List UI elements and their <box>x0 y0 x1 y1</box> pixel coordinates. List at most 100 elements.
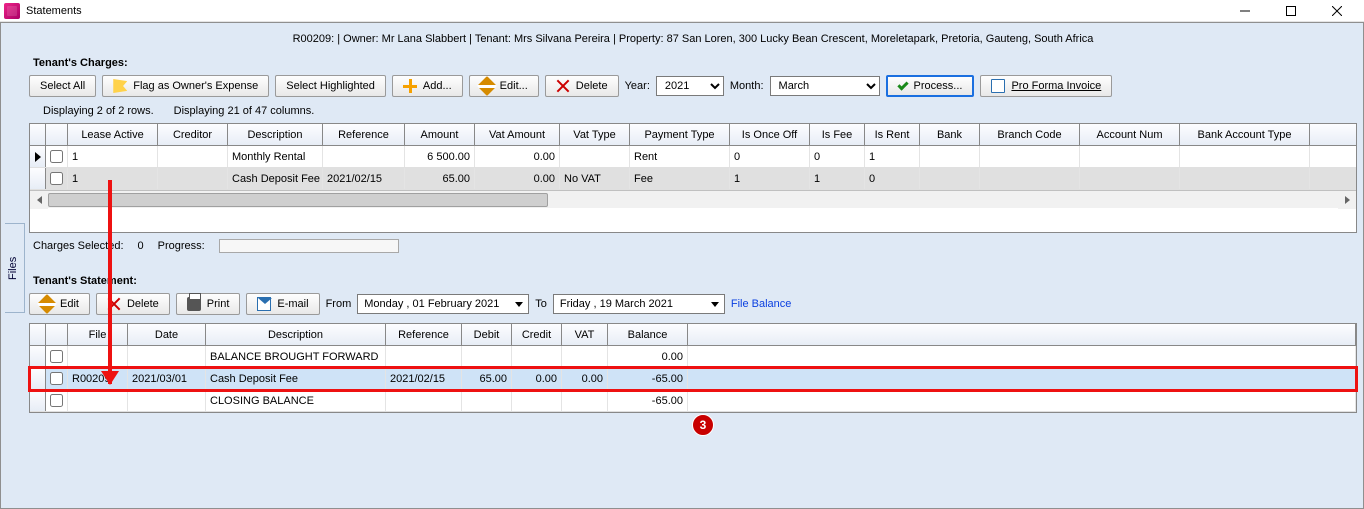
edit-charge-label: Edit... <box>500 80 528 92</box>
row-checkbox[interactable] <box>50 150 63 163</box>
maximize-button[interactable] <box>1268 0 1314 22</box>
to-date-picker[interactable]: Friday , 19 March 2021 <box>553 294 725 314</box>
statement-edit-button[interactable]: Edit <box>29 293 90 315</box>
scroll-left-icon[interactable] <box>30 191 48 209</box>
scroll-thumb[interactable] <box>48 193 548 207</box>
statement-print-button[interactable]: Print <box>176 293 241 315</box>
from-date-picker[interactable]: Monday , 01 February 2021 <box>357 294 529 314</box>
edit-charge-button[interactable]: Edit... <box>469 75 539 97</box>
plus-icon <box>403 79 417 93</box>
flag-owner-button[interactable]: Flag as Owner's Expense <box>102 75 269 97</box>
table-row[interactable]: R002092021/03/01Cash Deposit Fee2021/02/… <box>30 368 1356 390</box>
statement-email-label: E-mail <box>277 298 308 310</box>
pencil-icon <box>477 76 497 96</box>
close-button[interactable] <box>1314 0 1360 22</box>
add-button[interactable]: Add... <box>392 75 463 97</box>
charges-scrollbar[interactable] <box>30 190 1356 208</box>
mail-icon <box>257 297 271 311</box>
proforma-label: Pro Forma Invoice <box>1011 80 1101 92</box>
table-row[interactable]: 1Cash Deposit Fee2021/02/1565.000.00No V… <box>30 168 1356 190</box>
select-highlighted-label: Select Highlighted <box>286 80 375 92</box>
from-date-value: Monday , 01 February 2021 <box>364 298 499 310</box>
minimize-button[interactable] <box>1222 0 1268 22</box>
statement-delete-label: Delete <box>127 298 159 310</box>
row-checkbox[interactable] <box>50 394 63 407</box>
select-highlighted-button[interactable]: Select Highlighted <box>275 75 386 97</box>
month-select[interactable]: March <box>770 76 880 96</box>
scroll-right-icon[interactable] <box>1338 191 1356 209</box>
col-vat-type[interactable]: Vat Type <box>560 124 630 145</box>
col-branch-code[interactable]: Branch Code <box>980 124 1080 145</box>
statement-grid-header: File Date Description Reference Debit Cr… <box>30 324 1356 346</box>
col-is-once-off[interactable]: Is Once Off <box>730 124 810 145</box>
col-lease-active[interactable]: Lease Active <box>68 124 158 145</box>
charges-grid[interactable]: Lease Active Creditor Description Refere… <box>29 123 1357 233</box>
file-balance-link[interactable]: File Balance <box>731 298 792 310</box>
document-icon <box>991 79 1005 93</box>
col-vat-amount[interactable]: Vat Amount <box>475 124 560 145</box>
titlebar: Statements <box>0 0 1364 22</box>
charges-toolbar: Select All Flag as Owner's Expense Selec… <box>29 75 1357 97</box>
charges-section-label: Tenant's Charges: <box>33 57 1357 69</box>
statement-grid[interactable]: File Date Description Reference Debit Cr… <box>29 323 1357 413</box>
scol-file[interactable]: File <box>68 324 128 345</box>
scol-credit[interactable]: Credit <box>512 324 562 345</box>
scol-balance[interactable]: Balance <box>608 324 688 345</box>
window-title: Statements <box>26 5 82 17</box>
statement-grid-body: BALANCE BROUGHT FORWARD0.00R002092021/03… <box>30 346 1356 412</box>
year-select[interactable]: 2021 <box>656 76 724 96</box>
delete-icon <box>556 79 570 93</box>
add-label: Add... <box>423 80 452 92</box>
col-payment-type[interactable]: Payment Type <box>630 124 730 145</box>
statement-section-label: Tenant's Statement: <box>33 275 1357 287</box>
progress-label: Progress: <box>158 240 205 252</box>
files-side-tab[interactable]: Files <box>5 223 25 313</box>
row-checkbox[interactable] <box>50 350 63 363</box>
col-description[interactable]: Description <box>228 124 323 145</box>
flag-owner-label: Flag as Owner's Expense <box>133 80 258 92</box>
col-is-fee[interactable]: Is Fee <box>810 124 865 145</box>
statement-toolbar: Edit Delete Print E-mail From Monday , 0… <box>29 293 1357 315</box>
select-all-button[interactable]: Select All <box>29 75 96 97</box>
statement-email-button[interactable]: E-mail <box>246 293 319 315</box>
annotation-arrow <box>108 180 112 384</box>
table-row[interactable]: 1Monthly Rental6 500.000.00Rent001 <box>30 146 1356 168</box>
delete-charge-label: Delete <box>576 80 608 92</box>
meta-cols: Displaying 21 of 47 columns. <box>174 105 315 117</box>
col-bank-account-type[interactable]: Bank Account Type <box>1180 124 1310 145</box>
year-label: Year: <box>625 80 650 92</box>
meta-rows: Displaying 2 of 2 rows. <box>43 105 154 117</box>
col-bank[interactable]: Bank <box>920 124 980 145</box>
scol-description[interactable]: Description <box>206 324 386 345</box>
to-label: To <box>535 298 547 310</box>
table-row[interactable]: CLOSING BALANCE-65.00 <box>30 390 1356 412</box>
row-checkbox[interactable] <box>50 172 63 185</box>
charges-selected-value: 0 <box>138 240 144 252</box>
scol-vat[interactable]: VAT <box>562 324 608 345</box>
progress-bar <box>219 239 399 253</box>
table-row[interactable]: BALANCE BROUGHT FORWARD0.00 <box>30 346 1356 368</box>
print-icon <box>187 297 201 311</box>
scol-date[interactable]: Date <box>128 324 206 345</box>
col-creditor[interactable]: Creditor <box>158 124 228 145</box>
charges-grid-header: Lease Active Creditor Description Refere… <box>30 124 1356 146</box>
check-icon <box>897 79 908 90</box>
charges-status-row: Charges Selected: 0 Progress: <box>29 233 1357 259</box>
col-is-rent[interactable]: Is Rent <box>865 124 920 145</box>
col-amount[interactable]: Amount <box>405 124 475 145</box>
col-row-select[interactable] <box>46 124 68 145</box>
record-header: R00209: | Owner: Mr Lana Slabbert | Tena… <box>29 27 1357 55</box>
to-date-value: Friday , 19 March 2021 <box>560 298 673 310</box>
proforma-button[interactable]: Pro Forma Invoice <box>980 75 1112 97</box>
process-button[interactable]: Process... <box>886 75 975 97</box>
row-checkbox[interactable] <box>50 372 63 385</box>
scol-reference[interactable]: Reference <box>386 324 462 345</box>
col-account-num[interactable]: Account Num <box>1080 124 1180 145</box>
delete-charge-button[interactable]: Delete <box>545 75 619 97</box>
scol-debit[interactable]: Debit <box>462 324 512 345</box>
main-frame: Files R00209: | Owner: Mr Lana Slabbert … <box>0 22 1364 509</box>
select-all-label: Select All <box>40 80 85 92</box>
col-reference[interactable]: Reference <box>323 124 405 145</box>
charges-grid-body: 1Monthly Rental6 500.000.00Rent0011Cash … <box>30 146 1356 190</box>
app-icon <box>4 3 20 19</box>
